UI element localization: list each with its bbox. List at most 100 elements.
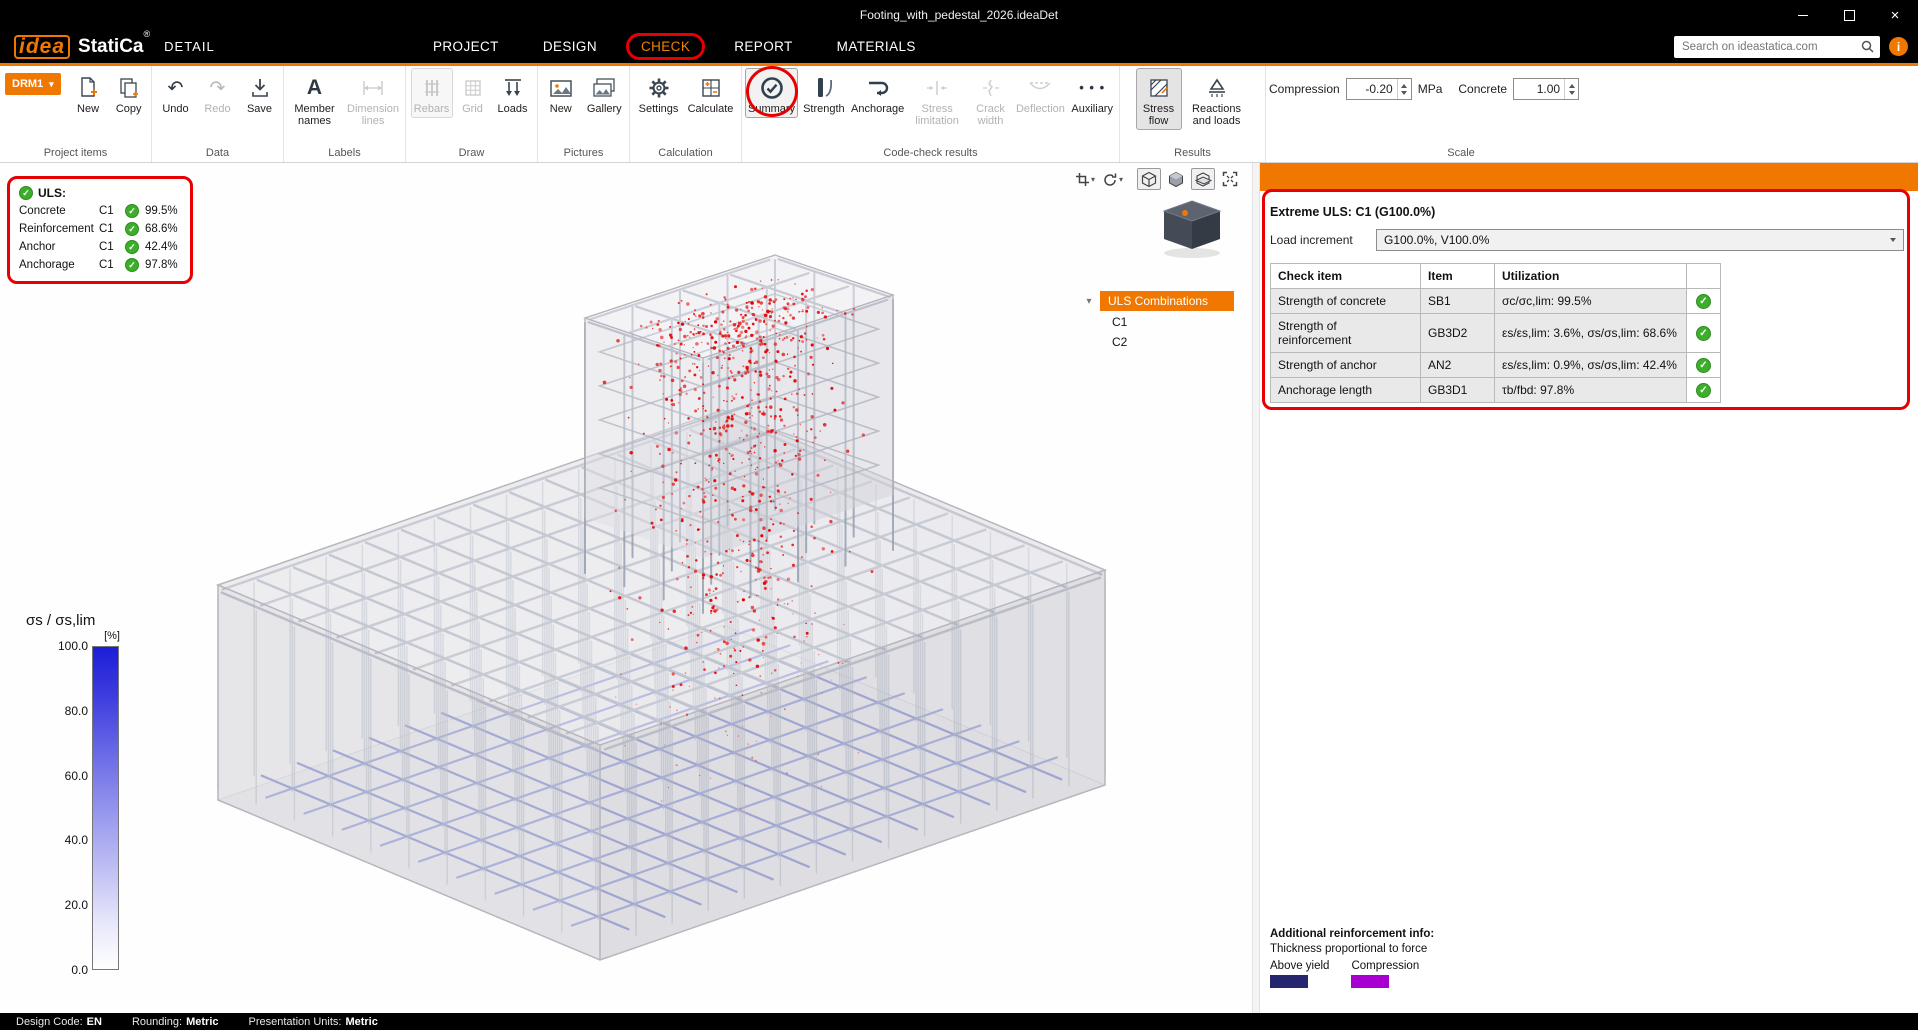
strength-button[interactable]: Strength	[800, 68, 848, 118]
section-crop-button[interactable]: ▾	[1073, 168, 1097, 190]
table-header-row: Check item Item Utilization	[1271, 264, 1721, 289]
account-icon[interactable]: i	[1889, 37, 1908, 56]
legend-tick: 40.0	[65, 833, 88, 847]
redo-button[interactable]: ↷ Redo	[198, 68, 238, 118]
combo-label: C1	[99, 259, 125, 271]
pass-icon: ✓	[125, 222, 139, 236]
col-check-item: Check item	[1271, 264, 1421, 289]
settings-button[interactable]: Settings	[635, 68, 683, 118]
search-input[interactable]	[1680, 40, 1861, 54]
concrete-value: 1.00	[1514, 79, 1564, 99]
col-status	[1687, 264, 1721, 289]
loads-icon	[502, 73, 524, 103]
search-box	[1674, 36, 1880, 58]
table-row[interactable]: Strength of reinforcement GB3D2 εs/εs,li…	[1271, 314, 1721, 353]
table-row[interactable]: Strength of anchor AN2 εs/εs,lim: 0.9%, …	[1271, 353, 1721, 378]
member-names-button[interactable]: A Member names	[287, 68, 342, 130]
above-yield-label: Above yield	[1270, 960, 1329, 972]
gallery-button[interactable]: Gallery	[583, 68, 626, 118]
summary-button[interactable]: Summary	[745, 68, 798, 118]
zoom-fit-button[interactable]	[1218, 168, 1242, 190]
tab-project[interactable]: PROJECT	[418, 33, 514, 60]
pass-icon: ✓	[1696, 326, 1711, 341]
dimension-lines-button[interactable]: Dimension lines	[344, 68, 402, 130]
auxiliary-button[interactable]: • • • Auxiliary	[1068, 68, 1116, 118]
letter-a-icon: A	[307, 73, 322, 103]
wireframe-cube-icon	[1141, 171, 1157, 188]
wireframe-view-button[interactable]	[1137, 168, 1161, 190]
new-item-button[interactable]: New	[69, 68, 108, 118]
combination-item-c2[interactable]: C2	[1112, 331, 1234, 351]
new-picture-button[interactable]: New	[541, 68, 581, 118]
stress-flow-button[interactable]: Stress flow	[1136, 68, 1182, 130]
additional-reinforcement-info: Additional reinforcement info: Thickness…	[1270, 928, 1434, 988]
grid-icon	[463, 73, 483, 103]
tab-report[interactable]: REPORT	[719, 33, 807, 60]
table-row[interactable]: Anchorage length GB3D1 τb/fbd: 97.8% ✓	[1271, 378, 1721, 403]
calculate-button[interactable]: Calculate	[685, 68, 737, 118]
reactions-icon	[1206, 73, 1228, 103]
table-row[interactable]: Strength of concrete SB1 σc/σc,lim: 99.5…	[1271, 289, 1721, 314]
module-name: DETAIL	[164, 39, 215, 54]
check-label: Anchorage	[19, 259, 99, 271]
model-viewport[interactable]: ✓ ULS: Concrete C1 ✓ 99.5% Reinforcement…	[0, 163, 1252, 1013]
step-up-icon	[1401, 84, 1407, 88]
status-bar: Design Code:EN Rounding:Metric Presentat…	[0, 1013, 1918, 1030]
minimize-button[interactable]	[1780, 0, 1826, 30]
tab-check[interactable]: CHECK	[626, 33, 705, 60]
load-increment-select[interactable]: G100.0%, V100.0%	[1376, 229, 1904, 251]
undo-button[interactable]: ↶ Undo	[156, 68, 196, 118]
group-label: Calculation	[633, 146, 738, 162]
stress-limitation-button[interactable]: Stress limitation	[908, 68, 967, 130]
redo-icon: ↷	[210, 73, 226, 103]
concrete-stepper[interactable]: 1.00	[1513, 78, 1579, 100]
tab-design[interactable]: DESIGN	[528, 33, 612, 60]
crop-icon	[1075, 172, 1090, 187]
compression-label: Compression	[1269, 82, 1340, 96]
navigation-cube[interactable]	[1150, 193, 1234, 261]
search-icon[interactable]	[1861, 40, 1874, 53]
status-rounding: Rounding:Metric	[132, 1016, 219, 1028]
section-plane-button[interactable]	[1191, 168, 1215, 190]
tab-materials[interactable]: MATERIALS	[822, 33, 931, 60]
anchorage-button[interactable]: Anchorage	[850, 68, 906, 118]
crack-width-icon	[980, 73, 1002, 103]
view-rotate-button[interactable]: ▾	[1100, 168, 1125, 190]
copy-item-button[interactable]: Copy	[109, 68, 148, 118]
drm-selector[interactable]: DRM1▾	[5, 73, 61, 95]
save-button[interactable]: Save	[240, 68, 280, 118]
check-results-table: Check item Item Utilization Strength of …	[1270, 263, 1721, 403]
maximize-button[interactable]	[1826, 0, 1872, 30]
compression-stepper[interactable]: -0.20	[1346, 78, 1412, 100]
panel-header-bar	[1260, 163, 1918, 191]
pass-icon: ✓	[1696, 294, 1711, 309]
deflection-icon	[1028, 73, 1052, 103]
close-button[interactable]: ×	[1872, 0, 1918, 30]
stepper-arrows[interactable]	[1397, 79, 1411, 99]
ellipsis-icon: • • •	[1079, 73, 1105, 103]
chevron-down-icon	[1890, 238, 1896, 242]
cell-utilization: εs/εs,lim: 3.6%, σs/σs,lim: 68.6%	[1495, 314, 1687, 353]
uls-combinations-node[interactable]: ULS Combinations	[1100, 291, 1234, 311]
group-label: Draw	[409, 146, 534, 162]
tree-collapse-icon[interactable]: ▾	[1082, 296, 1096, 307]
stepper-arrows[interactable]	[1564, 79, 1578, 99]
check-value: 68.6%	[145, 223, 178, 235]
check-label: Concrete	[19, 205, 99, 217]
crack-width-button[interactable]: Crack width	[969, 68, 1013, 130]
grid-button[interactable]: Grid	[455, 68, 491, 118]
loads-button[interactable]: Loads	[493, 68, 533, 118]
combination-item-c1[interactable]: C1	[1112, 311, 1234, 331]
fullscreen-icon	[1222, 171, 1238, 187]
solid-view-button[interactable]	[1164, 168, 1188, 190]
reactions-button[interactable]: Reactions and loads	[1184, 68, 1250, 130]
rebars-button[interactable]: Rebars	[411, 68, 453, 118]
model-3d[interactable]	[0, 163, 1252, 1013]
chevron-down-icon: ▾	[49, 79, 54, 90]
ribbon-spacer	[1656, 66, 1918, 162]
reinf-info-title: Additional reinforcement info:	[1270, 928, 1434, 940]
strength-icon	[814, 73, 834, 103]
brand-reg: ®	[144, 29, 151, 39]
deflection-button[interactable]: Deflection	[1014, 68, 1066, 118]
panel-splitter[interactable]	[1252, 163, 1260, 1013]
